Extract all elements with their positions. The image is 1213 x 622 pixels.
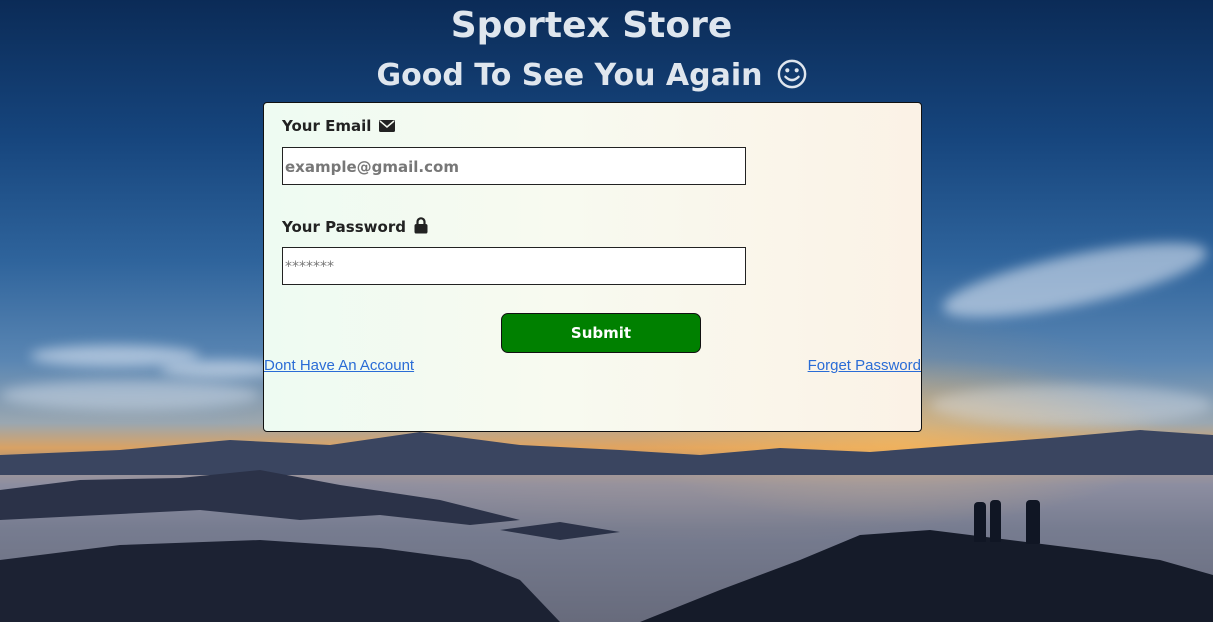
hiker-silhouette: [990, 500, 1001, 542]
signup-link[interactable]: Dont Have An Account: [264, 357, 414, 374]
subtitle-text: Good To See You Again: [376, 58, 763, 93]
page-subtitle: Good To See You Again: [0, 56, 1183, 96]
password-label: Your Password: [282, 218, 406, 236]
lock-icon: [414, 217, 428, 234]
submit-button[interactable]: Submit: [501, 313, 701, 353]
email-label: Your Email: [282, 117, 372, 135]
email-label-row: Your Email: [282, 117, 396, 135]
hiker-silhouette: [974, 502, 986, 542]
smiley-icon: [777, 59, 806, 89]
envelope-icon: [379, 120, 396, 132]
email-input[interactable]: example@gmail.com: [282, 147, 746, 185]
forgot-password-link[interactable]: Forget Password: [808, 357, 921, 374]
password-label-row: Your Password: [282, 217, 428, 236]
page-title: Sportex Store: [450, 5, 733, 46]
password-input[interactable]: *******: [282, 247, 746, 285]
login-form: Your Email example@gmail.com Your Passwo…: [263, 102, 922, 432]
hiker-silhouette: [1026, 500, 1040, 544]
